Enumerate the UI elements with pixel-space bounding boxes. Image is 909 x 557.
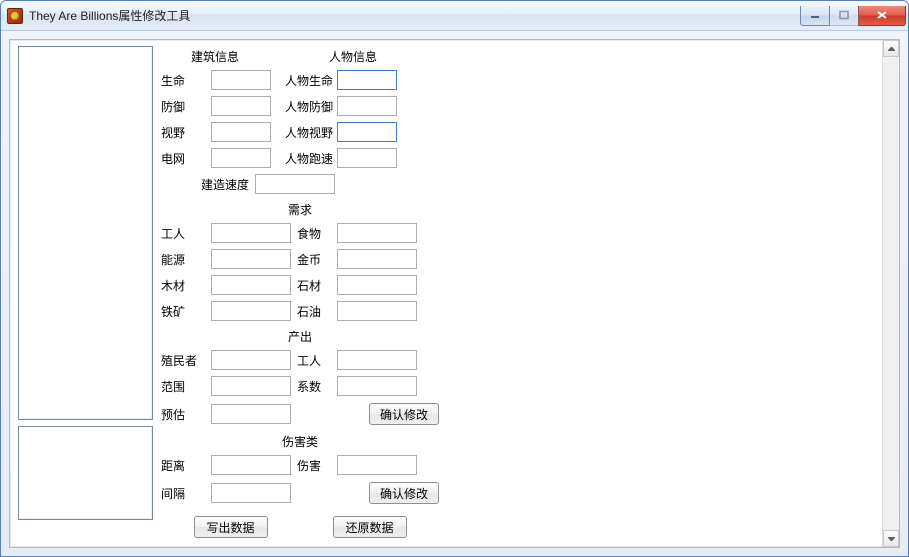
minimize-icon	[810, 10, 820, 20]
prod-estimate-label: 预估	[161, 406, 211, 423]
section-production-header: 产出	[161, 328, 439, 345]
building-vision-input[interactable]	[211, 122, 271, 142]
dmg-damage-input[interactable]	[337, 455, 417, 475]
dmg-distance-label: 距离	[161, 457, 211, 474]
char-defense-input[interactable]	[337, 96, 397, 116]
dmg-confirm-button[interactable]: 确认修改	[369, 482, 439, 504]
scroll-up-button[interactable]	[883, 40, 899, 57]
form-panel: 建筑信息 人物信息 生命 人物生命	[161, 46, 439, 538]
build-speed-input[interactable]	[255, 174, 335, 194]
window-title: They Are Billions属性修改工具	[29, 7, 801, 24]
req-oil-label: 石油	[297, 303, 337, 320]
close-icon	[876, 10, 888, 20]
app-window: They Are Billions属性修改工具	[0, 0, 909, 557]
req-food-label: 食物	[297, 225, 337, 242]
chevron-down-icon	[888, 537, 895, 541]
minimize-button[interactable]	[800, 6, 830, 26]
restore-data-button[interactable]: 还原数据	[333, 516, 407, 538]
building-grid-input[interactable]	[211, 148, 271, 168]
char-life-label: 人物生命	[277, 72, 337, 89]
list-top[interactable]	[18, 46, 153, 420]
window-controls	[801, 6, 906, 26]
req-gold-input[interactable]	[337, 249, 417, 269]
req-stone-input[interactable]	[337, 275, 417, 295]
building-defense-label: 防御	[161, 98, 211, 115]
req-wood-input[interactable]	[211, 275, 291, 295]
char-life-input[interactable]	[337, 70, 397, 90]
req-energy-input[interactable]	[211, 249, 291, 269]
prod-estimate-input[interactable]	[211, 404, 291, 424]
req-oil-input[interactable]	[337, 301, 417, 321]
req-wood-label: 木材	[161, 277, 211, 294]
building-vision-label: 视野	[161, 124, 211, 141]
char-defense-label: 人物防御	[277, 98, 337, 115]
section-character-header: 人物信息	[321, 48, 377, 65]
building-grid-label: 电网	[161, 150, 211, 167]
close-button[interactable]	[858, 6, 906, 26]
section-requirements-header: 需求	[161, 201, 439, 218]
dmg-distance-input[interactable]	[211, 455, 291, 475]
prod-colonist-input[interactable]	[211, 350, 291, 370]
dmg-interval-input[interactable]	[211, 483, 291, 503]
titlebar[interactable]: They Are Billions属性修改工具	[1, 1, 908, 31]
building-defense-input[interactable]	[211, 96, 271, 116]
prod-worker-input[interactable]	[337, 350, 417, 370]
build-speed-label: 建造速度	[201, 176, 249, 193]
req-iron-label: 铁矿	[161, 303, 211, 320]
prod-colonist-label: 殖民者	[161, 352, 211, 369]
building-life-input[interactable]	[211, 70, 271, 90]
section-damage-header: 伤害类	[161, 433, 439, 450]
maximize-button	[829, 6, 859, 26]
content-area: 建筑信息 人物信息 生命 人物生命	[10, 40, 882, 547]
app-icon	[7, 8, 23, 24]
prod-confirm-button[interactable]: 确认修改	[369, 403, 439, 425]
req-food-input[interactable]	[337, 223, 417, 243]
req-worker-label: 工人	[161, 225, 211, 242]
req-iron-input[interactable]	[211, 301, 291, 321]
building-life-label: 生命	[161, 72, 211, 89]
char-vision-input[interactable]	[337, 122, 397, 142]
prod-worker-label: 工人	[297, 352, 337, 369]
prod-coeff-label: 系数	[297, 378, 337, 395]
section-building-header: 建筑信息	[161, 48, 321, 65]
maximize-icon	[839, 10, 849, 20]
req-worker-input[interactable]	[211, 223, 291, 243]
client-area: 建筑信息 人物信息 生命 人物生命	[9, 39, 900, 548]
req-stone-label: 石材	[297, 277, 337, 294]
vertical-scrollbar[interactable]	[882, 40, 899, 547]
dmg-interval-label: 间隔	[161, 485, 211, 502]
char-run-speed-label: 人物跑速	[277, 150, 337, 167]
prod-range-label: 范围	[161, 378, 211, 395]
chevron-up-icon	[888, 47, 895, 51]
dmg-damage-label: 伤害	[297, 457, 337, 474]
req-gold-label: 金币	[297, 251, 337, 268]
write-data-button[interactable]: 写出数据	[194, 516, 268, 538]
list-bottom[interactable]	[18, 426, 153, 520]
char-vision-label: 人物视野	[277, 124, 337, 141]
prod-coeff-input[interactable]	[337, 376, 417, 396]
req-energy-label: 能源	[161, 251, 211, 268]
scroll-down-button[interactable]	[883, 530, 899, 547]
prod-range-input[interactable]	[211, 376, 291, 396]
char-run-speed-input[interactable]	[337, 148, 397, 168]
